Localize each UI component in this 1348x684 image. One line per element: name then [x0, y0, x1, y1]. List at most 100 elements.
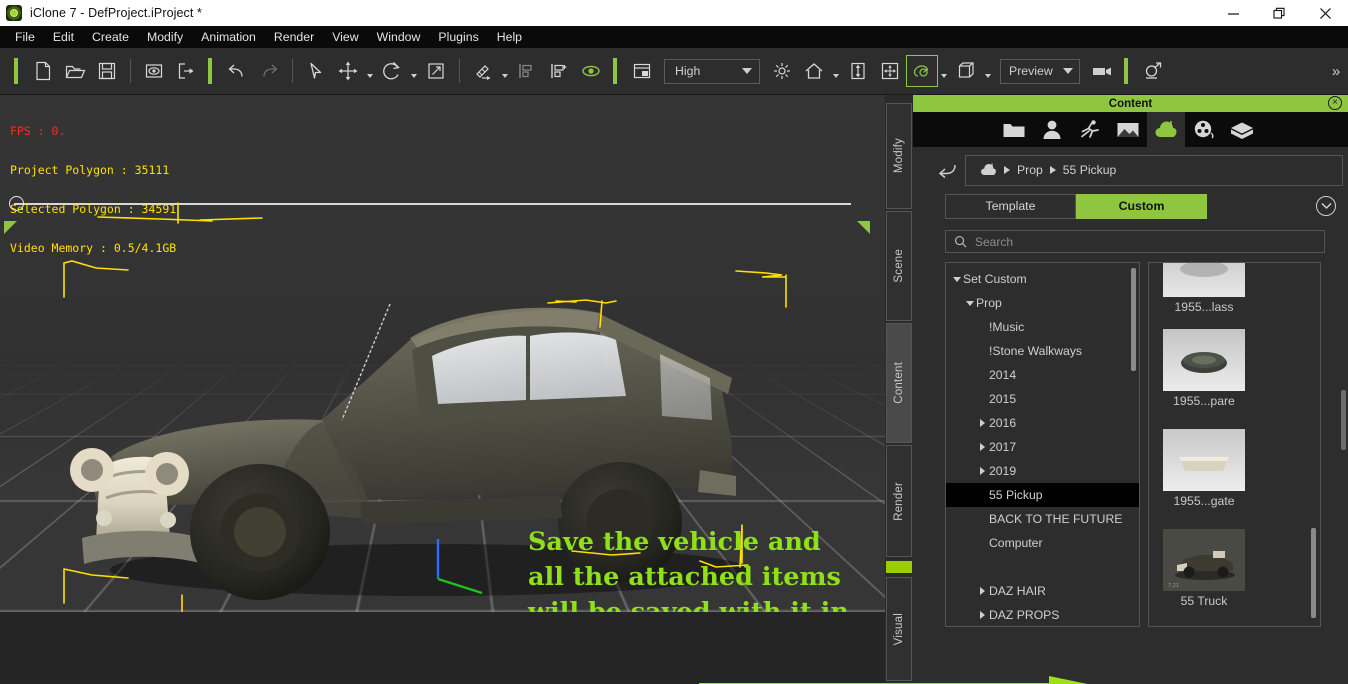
- menu-create[interactable]: Create: [83, 28, 138, 46]
- open-project-icon[interactable]: [59, 55, 91, 87]
- twisty-down-icon[interactable]: [950, 276, 963, 282]
- gender-prop-icon[interactable]: [1137, 55, 1169, 87]
- box-display-icon[interactable]: [950, 55, 982, 87]
- box-display-dropdown-icon[interactable]: [982, 55, 994, 87]
- quality-dropdown[interactable]: High: [664, 58, 760, 84]
- asset-grid[interactable]: 1955...lass 1955...pare 1955...gate 7.21…: [1148, 262, 1321, 627]
- tab-stage[interactable]: [1109, 112, 1147, 147]
- tree-item-obscured[interactable]: [946, 555, 1139, 579]
- tab-animation[interactable]: [1071, 112, 1109, 147]
- breadcrumb-item-current[interactable]: 55 Pickup: [1063, 163, 1117, 177]
- preview-render-icon[interactable]: [138, 55, 170, 87]
- menu-edit[interactable]: Edit: [44, 28, 83, 46]
- menu-window[interactable]: Window: [368, 28, 430, 46]
- menu-file[interactable]: File: [6, 28, 44, 46]
- asset-item[interactable]: 7.21 55 Truck: [1163, 529, 1245, 608]
- range-end-marker[interactable]: [857, 221, 870, 234]
- light-icon[interactable]: [766, 55, 798, 87]
- animation-mode-dropdown-icon[interactable]: [938, 55, 950, 87]
- rotate-tool-icon[interactable]: [376, 55, 408, 87]
- close-button[interactable]: [1302, 0, 1348, 26]
- tree-item-stone-walkways[interactable]: !Stone Walkways: [946, 339, 1139, 363]
- edit-link-icon[interactable]: [467, 55, 499, 87]
- redo-icon[interactable]: [253, 55, 285, 87]
- tree-item-music[interactable]: !Music: [946, 315, 1139, 339]
- home-view-icon[interactable]: [798, 55, 830, 87]
- tree-item-prop[interactable]: Prop: [946, 291, 1139, 315]
- tab-template[interactable]: Template: [945, 193, 1076, 219]
- search-input[interactable]: [975, 234, 1324, 249]
- move-tool-icon[interactable]: [332, 55, 364, 87]
- breadcrumb[interactable]: Prop 55 Pickup: [965, 154, 1343, 186]
- twisty-right-icon[interactable]: [976, 467, 989, 475]
- select-tool-icon[interactable]: [300, 55, 332, 87]
- tab-media[interactable]: [1185, 112, 1223, 147]
- asset-item[interactable]: 1955...gate: [1163, 429, 1245, 508]
- move-grid-icon[interactable]: [874, 55, 906, 87]
- sidebar-item-modify[interactable]: Modify: [886, 103, 912, 209]
- asset-item[interactable]: 1955...pare: [1163, 329, 1245, 408]
- tree-item-2017[interactable]: 2017: [946, 435, 1139, 459]
- tree-item-daz-props[interactable]: DAZ PROPS: [946, 603, 1139, 626]
- breadcrumb-item-prop[interactable]: Prop: [1017, 163, 1043, 177]
- asset-item[interactable]: 1955...lass: [1163, 263, 1245, 314]
- new-project-icon[interactable]: [27, 55, 59, 87]
- search-box[interactable]: [945, 230, 1325, 253]
- visibility-eye-icon[interactable]: [575, 55, 607, 87]
- panel-scrollbar[interactable]: [1341, 390, 1346, 450]
- tree-item-set-custom[interactable]: Set Custom: [946, 267, 1139, 291]
- menu-help[interactable]: Help: [488, 28, 531, 46]
- tree-scrollbar[interactable]: [1131, 268, 1136, 371]
- twisty-right-icon[interactable]: [976, 419, 989, 427]
- tab-actor[interactable]: [1033, 112, 1071, 147]
- align-distribute-icon[interactable]: [543, 55, 575, 87]
- twisty-down-icon[interactable]: [963, 300, 976, 306]
- menu-render[interactable]: Render: [265, 28, 323, 46]
- animation-mode-icon[interactable]: [906, 55, 938, 87]
- viewport-3d[interactable]: FPS : 0. Project Polygon : 35111 Selecte…: [0, 95, 885, 612]
- move-tool-dropdown-icon[interactable]: [364, 55, 376, 87]
- sidebar-item-visual[interactable]: Visual: [886, 577, 912, 681]
- export-icon[interactable]: [170, 55, 202, 87]
- tree-item-2014[interactable]: 2014: [946, 363, 1139, 387]
- toolbar-overflow-button[interactable]: »: [1326, 48, 1346, 94]
- back-arrow-icon[interactable]: [929, 155, 965, 185]
- tree-item-2016[interactable]: 2016: [946, 411, 1139, 435]
- tree-item-back-to-the-future[interactable]: BACK TO THE FUTURE: [946, 507, 1139, 531]
- tree-item-computer[interactable]: Computer: [946, 531, 1139, 555]
- tab-custom[interactable]: Custom: [1076, 193, 1207, 219]
- menu-animation[interactable]: Animation: [192, 28, 265, 46]
- preview-dropdown[interactable]: Preview: [1000, 58, 1080, 84]
- align-left-icon[interactable]: [511, 55, 543, 87]
- twisty-right-icon[interactable]: [976, 611, 989, 619]
- sidebar-item-render[interactable]: Render: [886, 445, 912, 557]
- layout-panel-icon[interactable]: [626, 55, 658, 87]
- ground-snap-icon[interactable]: [842, 55, 874, 87]
- minimize-button[interactable]: [1210, 0, 1256, 26]
- maximize-button[interactable]: [1256, 0, 1302, 26]
- tree-item-2019[interactable]: 2019: [946, 459, 1139, 483]
- home-view-dropdown-icon[interactable]: [830, 55, 842, 87]
- edit-link-dropdown-icon[interactable]: [499, 55, 511, 87]
- twisty-right-icon[interactable]: [976, 587, 989, 595]
- tree-item-55-pickup[interactable]: 55 Pickup: [946, 483, 1139, 507]
- tab-prop[interactable]: [1147, 112, 1185, 147]
- sidebar-item-content[interactable]: Content: [886, 323, 912, 443]
- undo-icon[interactable]: [221, 55, 253, 87]
- close-icon[interactable]: ×: [1328, 96, 1342, 110]
- menu-plugins[interactable]: Plugins: [429, 28, 487, 46]
- menu-view[interactable]: View: [323, 28, 367, 46]
- camera-icon[interactable]: [1086, 55, 1118, 87]
- twisty-right-icon[interactable]: [976, 443, 989, 451]
- save-project-icon[interactable]: [91, 55, 123, 87]
- tab-set[interactable]: [995, 112, 1033, 147]
- tree-item-daz-hair[interactable]: DAZ HAIR: [946, 579, 1139, 603]
- timeline-strip[interactable]: [0, 612, 885, 684]
- tree-item-2015[interactable]: 2015: [946, 387, 1139, 411]
- grid-scrollbar[interactable]: [1311, 528, 1316, 618]
- menu-modify[interactable]: Modify: [138, 28, 192, 46]
- scale-tool-icon[interactable]: [420, 55, 452, 87]
- chevron-down-circle-icon[interactable]: [1316, 196, 1336, 216]
- sidebar-item-scene[interactable]: Scene: [886, 211, 912, 321]
- folder-tree[interactable]: Set Custom Prop !Music !Stone Walkways 2…: [945, 262, 1140, 627]
